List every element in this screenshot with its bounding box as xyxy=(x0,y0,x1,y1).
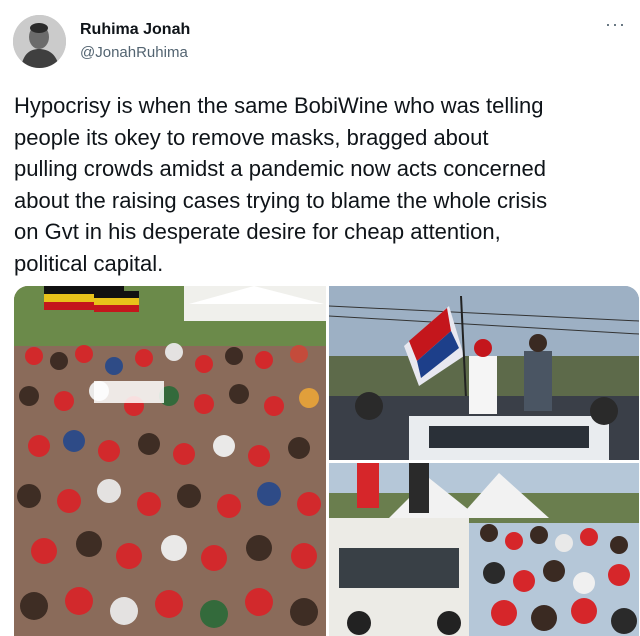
avatar[interactable] xyxy=(13,15,66,68)
tweet-text: Hypocrisy is when the same BobiWine who … xyxy=(14,93,548,276)
profile-photo-icon xyxy=(13,15,66,68)
author-handle[interactable]: @JonahRuhima xyxy=(80,44,188,61)
tweet-card: Ruhima Jonah @JonahRuhima ··· Hypocrisy … xyxy=(0,0,640,636)
media-grid xyxy=(14,286,639,636)
author-name[interactable]: Ruhima Jonah xyxy=(80,21,190,39)
more-options-icon[interactable]: ··· xyxy=(605,14,626,35)
photo-tents-crowd[interactable] xyxy=(329,463,639,636)
photo-car-rally[interactable] xyxy=(329,286,639,460)
photo-crowd-rally[interactable] xyxy=(14,286,326,636)
